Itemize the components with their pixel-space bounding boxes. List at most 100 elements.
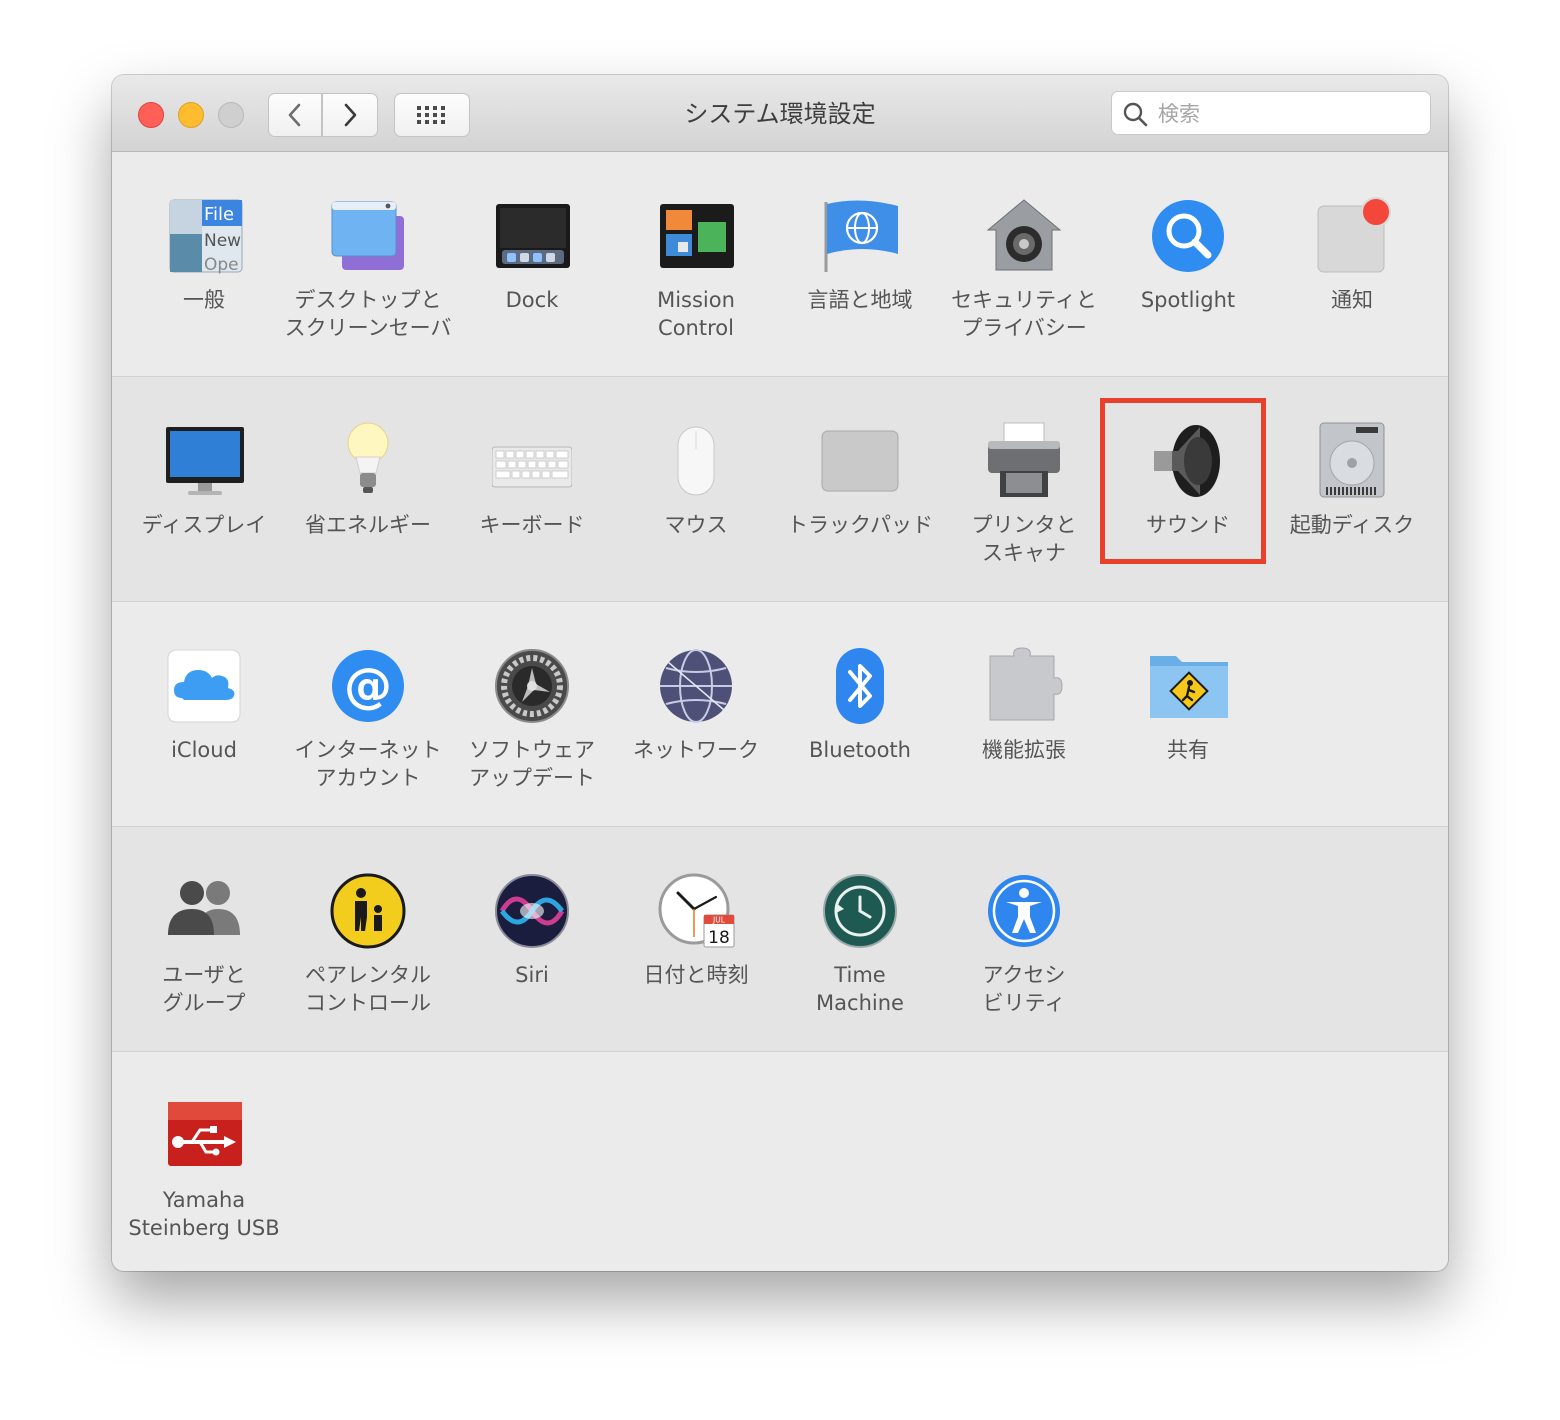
- pane-label: セキュリティと プライバシー: [951, 288, 1097, 340]
- pane-label: 機能拡張: [982, 738, 1066, 762]
- svg-text:Ope: Ope: [204, 255, 239, 275]
- flag-globe-icon: [820, 196, 900, 276]
- show-all-button[interactable]: [394, 93, 470, 137]
- pane-notifications[interactable]: 通知: [1270, 152, 1434, 376]
- pane-dock[interactable]: Dock: [450, 152, 614, 376]
- network-globe-icon: [656, 646, 736, 726]
- bluetooth-icon: [820, 646, 900, 726]
- section-other: Yamaha Steinberg USB: [112, 1052, 1448, 1271]
- search-field[interactable]: [1111, 91, 1431, 135]
- at-sign-icon: @: [328, 646, 408, 726]
- section-hardware: ディスプレイ 省エネルギー キーボード マウス トラックパッド プリンタと スキ…: [112, 377, 1448, 602]
- parental-icon: [328, 871, 408, 951]
- pane-label: Time Machine: [816, 963, 904, 1015]
- mission-control-icon: [656, 196, 736, 276]
- pane-label: 日付と時刻: [643, 963, 749, 987]
- notifications-icon: [1312, 196, 1392, 276]
- magnifier-icon: [1148, 196, 1228, 276]
- pane-label: ネットワーク: [633, 738, 759, 762]
- pane-accessibility[interactable]: アクセシ ビリティ: [942, 827, 1106, 1051]
- pane-label: Mission Control: [657, 288, 735, 340]
- pane-sound[interactable]: サウンド: [1106, 377, 1270, 601]
- siri-icon: [492, 871, 572, 951]
- pane-label: マウス: [664, 513, 728, 537]
- printer-icon: [984, 421, 1064, 501]
- pane-date-time[interactable]: JUL 18 日付と時刻: [614, 827, 778, 1051]
- pane-label: デスクトップと スクリーンセーバ: [284, 288, 452, 340]
- forward-button[interactable]: [322, 93, 378, 137]
- pane-startup-disk[interactable]: 起動ディスク: [1270, 377, 1434, 601]
- accessibility-icon: [984, 871, 1064, 951]
- users-icon: [164, 871, 244, 951]
- svg-text:New: New: [204, 231, 241, 251]
- hard-disk-icon: [1312, 421, 1392, 501]
- section-personal: File New Ope 一般 デスクトップと スクリーンセーバ Dock Mi…: [112, 152, 1448, 377]
- pane-energy-saver[interactable]: 省エネルギー: [286, 377, 450, 601]
- pane-keyboard[interactable]: キーボード: [450, 377, 614, 601]
- lightbulb-icon: [328, 421, 408, 501]
- pane-label: インターネット アカウント: [294, 738, 442, 790]
- monitor-icon: [164, 421, 244, 501]
- pane-security-privacy[interactable]: セキュリティと プライバシー: [942, 152, 1106, 376]
- trackpad-icon: [820, 421, 900, 501]
- close-window-button[interactable]: [138, 102, 164, 128]
- svg-text:@: @: [344, 658, 392, 714]
- pane-label: ディスプレイ: [141, 513, 267, 537]
- usb-driver-icon: [164, 1096, 244, 1176]
- speaker-icon: [1148, 421, 1228, 501]
- search-icon: [1123, 102, 1148, 127]
- pane-display[interactable]: ディスプレイ: [122, 377, 286, 601]
- pane-label: Spotlight: [1140, 288, 1236, 312]
- pane-internet-accounts[interactable]: @ インターネット アカウント: [286, 602, 450, 826]
- gear-icon: [492, 646, 572, 726]
- pane-sharing[interactable]: 共有: [1106, 602, 1270, 826]
- puzzle-icon: [984, 646, 1064, 726]
- pane-mission-control[interactable]: Mission Control: [614, 152, 778, 376]
- pane-spotlight[interactable]: Spotlight: [1106, 152, 1270, 376]
- pane-time-machine[interactable]: Time Machine: [778, 827, 942, 1051]
- pane-mouse[interactable]: マウス: [614, 377, 778, 601]
- pane-users-groups[interactable]: ユーザと グループ: [122, 827, 286, 1051]
- pane-label: ソフトウェア アップデート: [469, 738, 595, 790]
- pane-software-update[interactable]: ソフトウェア アップデート: [450, 602, 614, 826]
- pane-trackpad[interactable]: トラックパッド: [778, 377, 942, 601]
- search-input[interactable]: [1156, 96, 1424, 132]
- clock-calendar-icon: JUL 18: [656, 871, 736, 951]
- pane-desktop-screensaver[interactable]: デスクトップと スクリーンセーバ: [285, 152, 451, 376]
- pane-label: Siri: [515, 963, 549, 987]
- pane-general[interactable]: File New Ope 一般: [122, 152, 286, 376]
- house-lock-icon: [984, 196, 1064, 276]
- pane-network[interactable]: ネットワーク: [614, 602, 778, 826]
- pane-label: ペアレンタル コントロール: [305, 963, 431, 1015]
- zoom-window-button[interactable]: [218, 102, 244, 128]
- pane-label: 通知: [1331, 288, 1373, 312]
- calendar-day-text: 18: [708, 928, 730, 948]
- back-button[interactable]: [268, 93, 322, 137]
- chevron-right-icon: [344, 103, 357, 127]
- pane-bluetooth[interactable]: Bluetooth: [778, 602, 942, 826]
- chevron-left-icon: [288, 103, 301, 127]
- general-icon: File New Ope: [164, 196, 244, 276]
- pane-label: トラックパッド: [787, 513, 933, 537]
- pane-label: 起動ディスク: [1289, 513, 1415, 537]
- preferences-window: システム環境設定 File New Ope 一般: [112, 75, 1448, 1271]
- pane-icloud[interactable]: iCloud: [122, 602, 286, 826]
- dock-icon: [492, 196, 572, 276]
- minimize-window-button[interactable]: [178, 102, 204, 128]
- grid-icon: [417, 106, 445, 124]
- sharing-folder-icon: [1148, 646, 1228, 726]
- pane-yamaha-steinberg-usb[interactable]: Yamaha Steinberg USB: [122, 1052, 286, 1271]
- pane-label: ユーザと グループ: [162, 963, 246, 1015]
- pane-label: プリンタと スキャナ: [971, 513, 1077, 565]
- desktop-screensaver-icon: [328, 196, 408, 276]
- pane-label: 共有: [1167, 738, 1209, 762]
- pane-extensions[interactable]: 機能拡張: [942, 602, 1106, 826]
- pane-label: 省エネルギー: [305, 513, 431, 537]
- pane-language-region[interactable]: 言語と地域: [778, 152, 942, 376]
- pane-printers-scanners[interactable]: プリンタと スキャナ: [942, 377, 1106, 601]
- pane-label: Bluetooth: [809, 738, 911, 762]
- time-machine-icon: [820, 871, 900, 951]
- pane-siri[interactable]: Siri: [450, 827, 614, 1051]
- pane-label: iCloud: [171, 738, 237, 762]
- pane-parental-controls[interactable]: ペアレンタル コントロール: [286, 827, 450, 1051]
